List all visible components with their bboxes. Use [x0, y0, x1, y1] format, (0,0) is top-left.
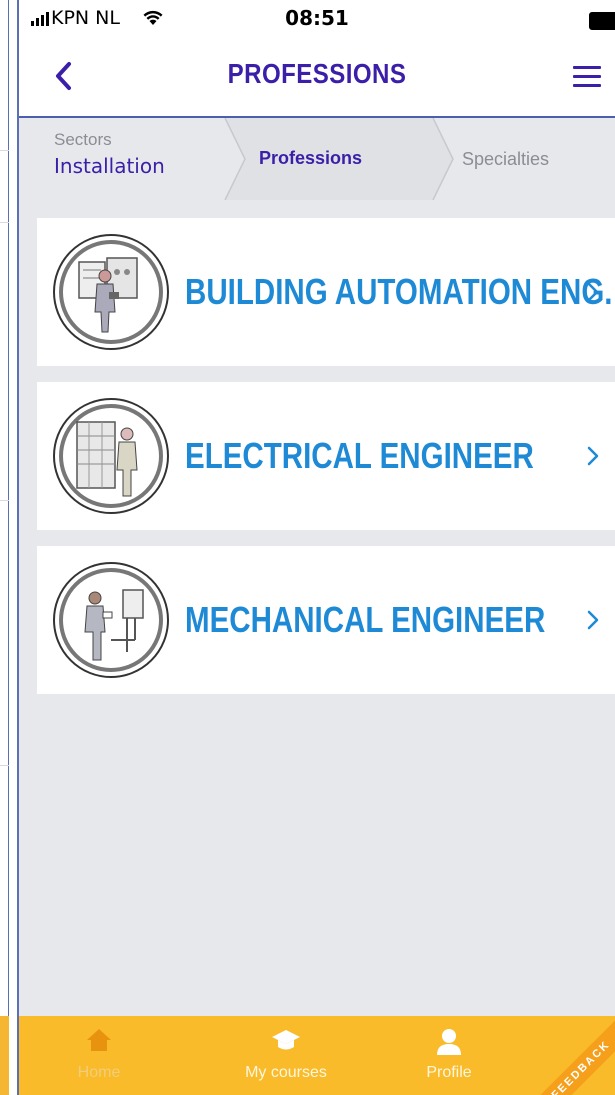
tab-my-courses[interactable]: My courses [206, 1016, 366, 1095]
divider [0, 150, 9, 151]
profession-label: ELECTRICAL ENGINEER [185, 435, 534, 476]
page-title: PROFESSIONS [227, 58, 407, 89]
home-icon [87, 1029, 111, 1051]
nav-bar: PROFESSIONS [19, 38, 615, 118]
breadcrumb: Sectors Installation Professions Special… [19, 118, 615, 200]
tab-profile[interactable]: Profile [369, 1016, 529, 1095]
battery-icon [589, 12, 615, 30]
chevron-right-icon [587, 610, 599, 630]
profession-label: MECHANICAL ENGINEER [185, 599, 546, 640]
breadcrumb-sectors[interactable]: Sectors Installation [54, 130, 165, 178]
status-time: 08:51 [285, 6, 349, 30]
divider [0, 765, 9, 766]
profession-label: BUILDING AUTOMATION ENG. [185, 271, 613, 312]
electrical-engineer-illustration [53, 398, 169, 514]
breadcrumb-sectors-label: Sectors [54, 130, 112, 149]
tab-bar: Home My courses Profile FEEDBACK [19, 1012, 615, 1095]
breadcrumb-sectors-value: Installation [54, 154, 165, 178]
tab-profile-label: Profile [426, 1064, 472, 1081]
divider [0, 500, 9, 501]
feedback-ribbon[interactable]: FEEDBACK [523, 1012, 615, 1095]
tab-my-courses-label: My courses [245, 1064, 327, 1081]
chevron-right-icon [587, 446, 599, 466]
profession-card-electrical-engineer[interactable]: ELECTRICAL ENGINEER [37, 382, 615, 530]
building-automation-engineer-illustration [53, 234, 169, 350]
chevron-right-icon [587, 282, 599, 302]
breadcrumb-professions[interactable]: Professions [259, 148, 362, 169]
mechanical-engineer-illustration [53, 562, 169, 678]
tab-home[interactable]: Home [19, 1016, 179, 1095]
status-bar: KPN NL 08:51 [19, 0, 615, 38]
breadcrumb-specialties[interactable]: Specialties [462, 149, 549, 170]
background-screen-edge [0, 0, 19, 1095]
profession-card-building-automation[interactable]: BUILDING AUTOMATION ENG. [37, 218, 615, 366]
divider [8, 0, 9, 1095]
hamburger-menu-icon[interactable] [573, 66, 603, 88]
profession-card-mechanical-engineer[interactable]: MECHANICAL ENGINEER [37, 546, 615, 694]
tab-home-label: Home [77, 1064, 121, 1081]
divider [0, 222, 9, 223]
background-tabbar [0, 1016, 9, 1095]
user-icon [437, 1029, 461, 1055]
phone-screen: KPN NL 08:51 PROFESSIONS Sectors Install… [19, 0, 615, 1095]
graduation-cap-icon [272, 1030, 300, 1050]
